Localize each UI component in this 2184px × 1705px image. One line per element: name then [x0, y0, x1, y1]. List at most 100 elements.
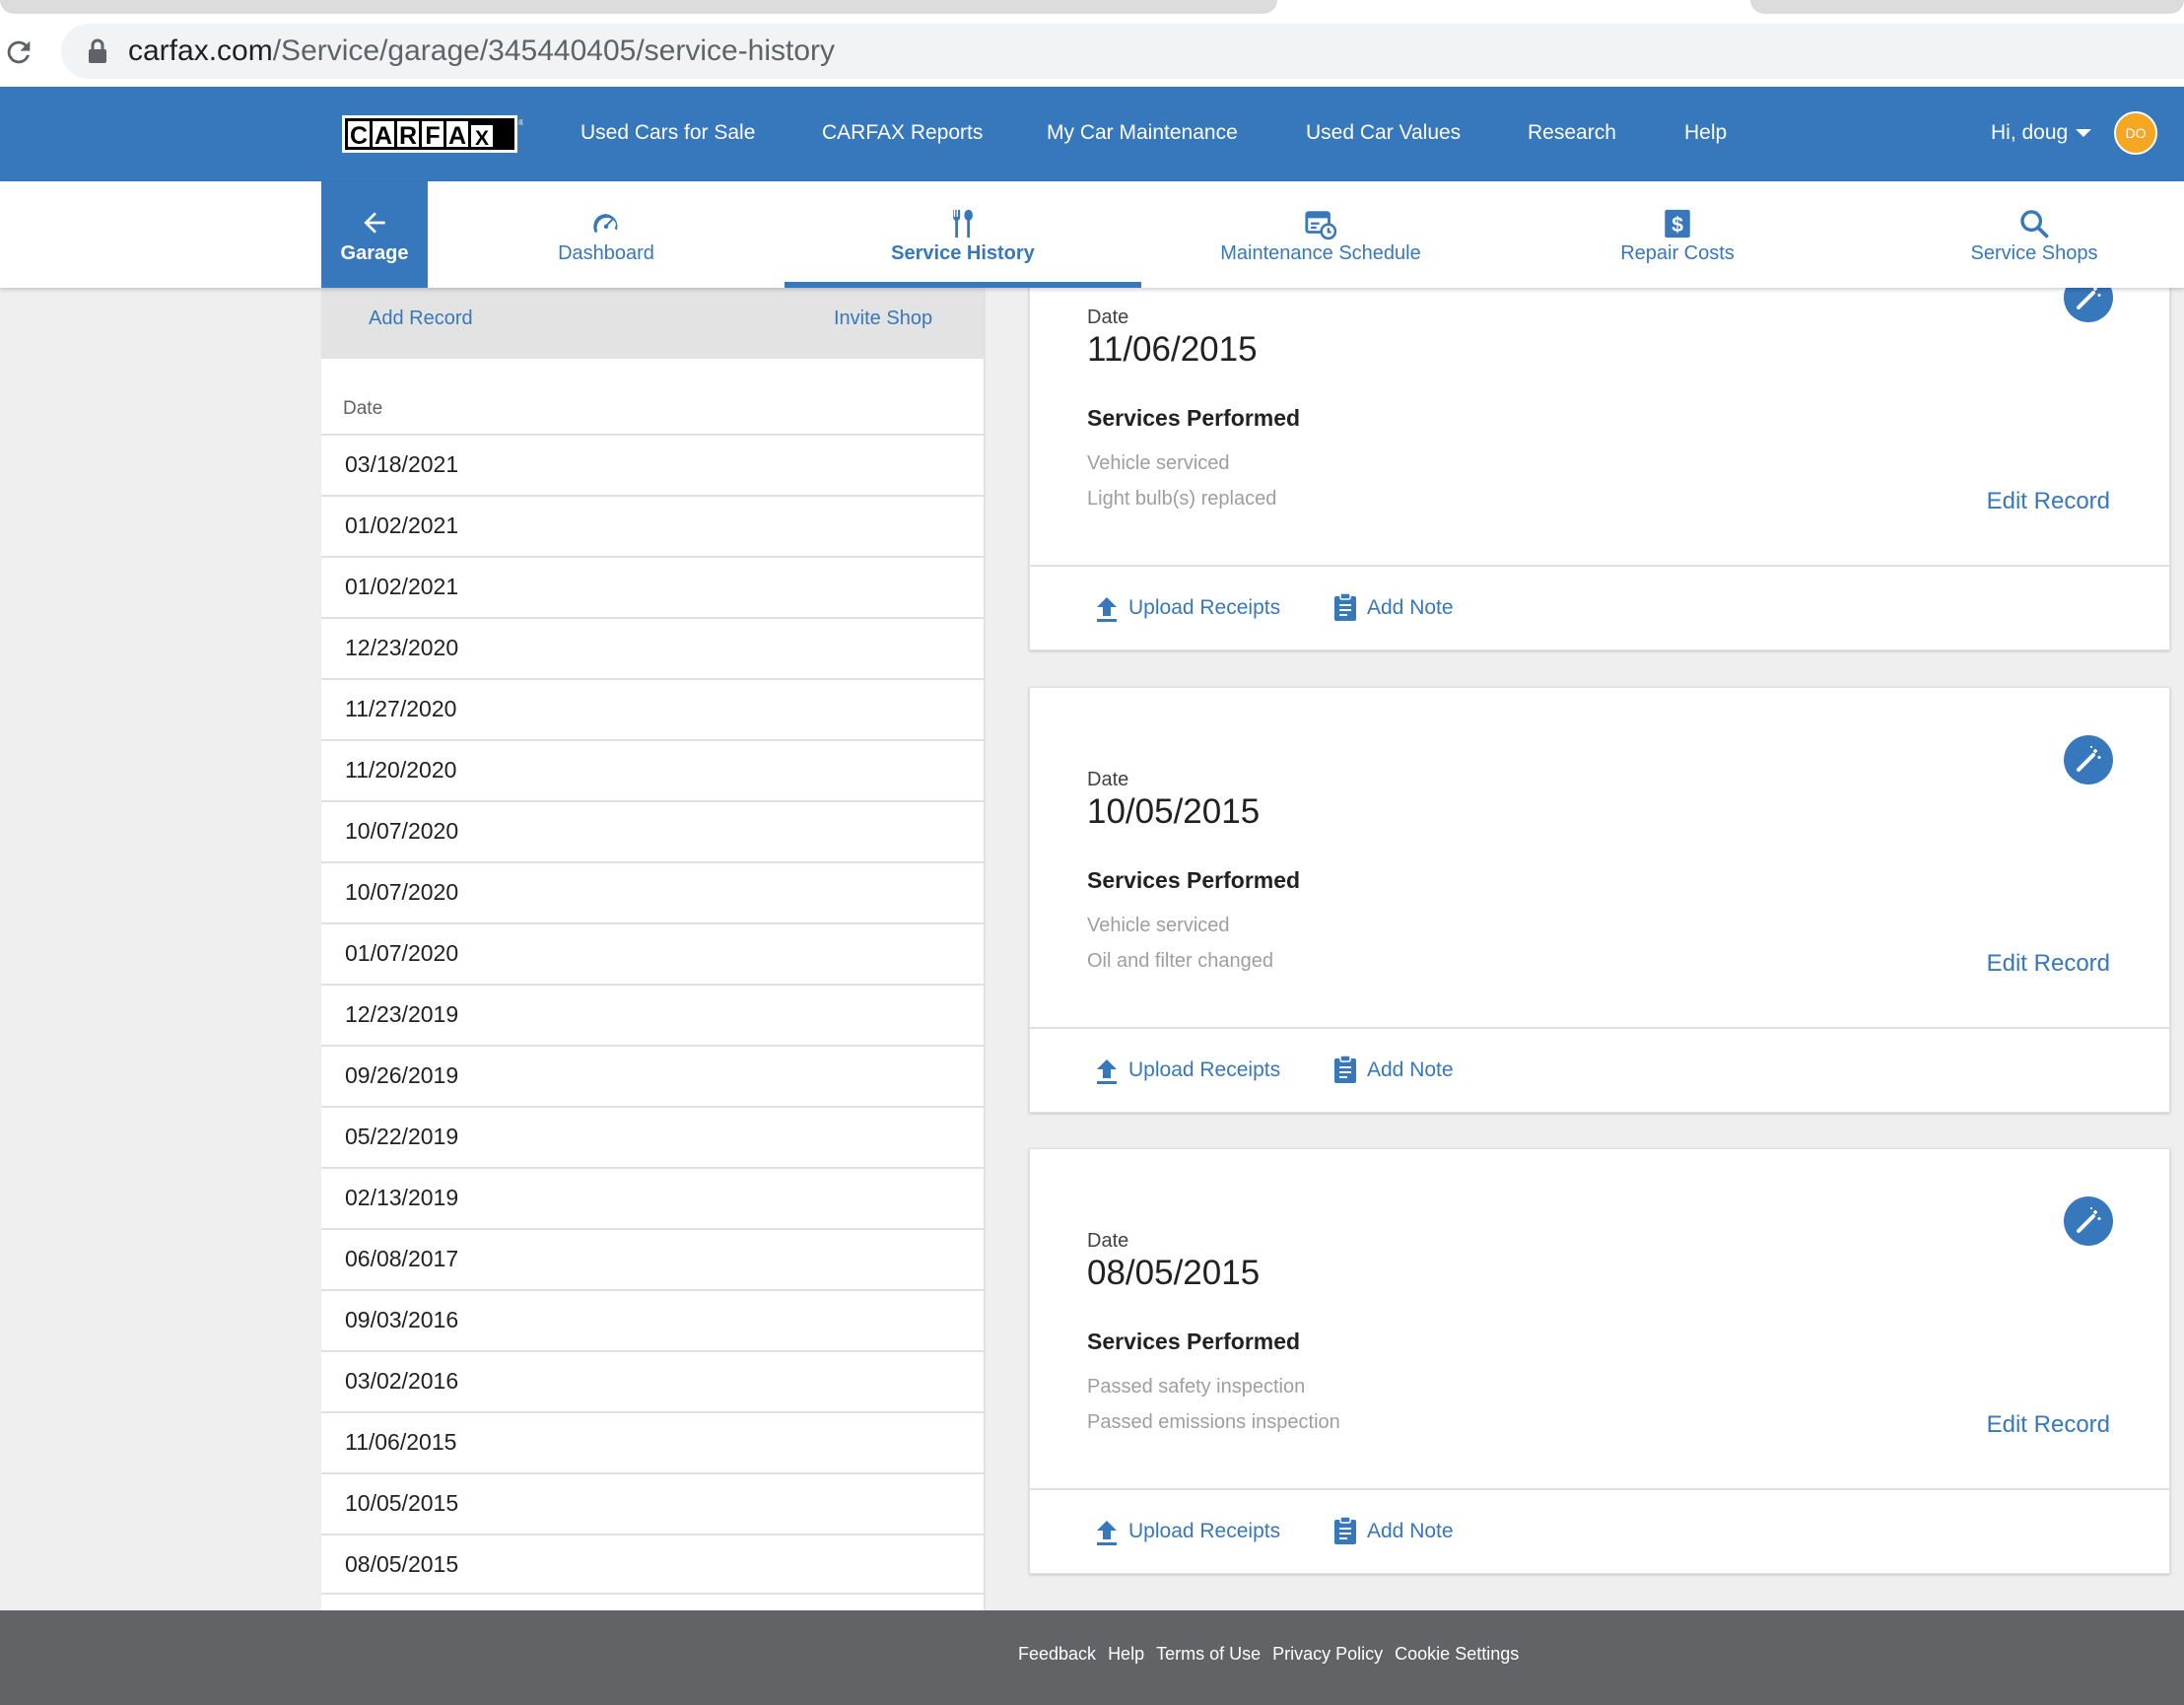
footer-link-cookie-settings[interactable]: Cookie Settings: [1395, 1644, 1519, 1664]
date-list-item[interactable]: 11/06/2015: [321, 1411, 984, 1472]
svg-text:A: A: [448, 122, 466, 150]
browser-tab[interactable]: [1750, 0, 2184, 14]
date-list-item[interactable]: 05/22/2019: [321, 1106, 984, 1167]
arrow-left-icon: [364, 212, 385, 234]
speedometer-icon: [593, 214, 618, 234]
browser-tab[interactable]: [0, 0, 1277, 14]
card-divider: [1030, 565, 2169, 567]
tab-service-history[interactable]: Service History: [785, 181, 1141, 288]
tab-dashboard[interactable]: Dashboard: [512, 181, 700, 288]
services-performed-heading: Services Performed: [1087, 867, 1301, 893]
magic-wand-icon: [2077, 746, 2101, 772]
edit-record-button[interactable]: Edit Record: [1987, 488, 2110, 515]
date-column-header: Date: [343, 398, 383, 419]
clipboard-icon[interactable]: [1331, 1055, 1359, 1084]
record-date: 11/06/2015: [1087, 330, 1258, 369]
upload-receipts-button[interactable]: Upload Receipts: [1128, 1058, 1280, 1082]
nav-help[interactable]: Help: [1684, 115, 1727, 151]
active-tab-indicator: [785, 282, 1141, 288]
record-date-label: Date: [1087, 769, 1129, 790]
search-icon: [2020, 210, 2049, 239]
date-list-item[interactable]: 01/07/2020: [321, 922, 984, 984]
tools-icon: [953, 209, 973, 239]
edit-record-button[interactable]: Edit Record: [1987, 1411, 2110, 1439]
date-list-item[interactable]: 11/20/2020: [321, 739, 984, 800]
carfax-logo[interactable]: C A R F A X ®: [342, 115, 523, 153]
magic-wand-button[interactable]: [2064, 735, 2113, 784]
nav-my-car-maintenance[interactable]: My Car Maintenance: [1047, 115, 1238, 151]
svg-text:$: $: [1672, 213, 1683, 237]
card-divider: [1030, 1488, 2169, 1490]
date-list-item[interactable]: 10/07/2020: [321, 861, 984, 922]
garage-back-button[interactable]: Garage: [321, 181, 428, 288]
tab-label: Service Shops: [1970, 242, 2098, 264]
service-date-list-panel: Add Record Invite Shop Date 03/18/2021 0…: [321, 288, 984, 1610]
svg-text:R: R: [399, 122, 417, 150]
tab-label: Dashboard: [558, 242, 654, 264]
add-record-button[interactable]: Add Record: [369, 307, 473, 330]
date-list-item[interactable]: 01/02/2021: [321, 556, 984, 617]
date-list-item[interactable]: 10/07/2020: [321, 800, 984, 861]
nav-used-car-values[interactable]: Used Car Values: [1306, 115, 1461, 151]
magic-wand-icon: [2077, 1207, 2101, 1233]
url-text[interactable]: carfax.com/Service/garage/345440405/serv…: [128, 32, 835, 71]
svg-text:®: ®: [518, 118, 523, 127]
add-note-button[interactable]: Add Note: [1367, 1058, 1454, 1082]
service-item: Oil and filter changed: [1087, 950, 1274, 972]
tab-service-shops[interactable]: Service Shops: [1961, 181, 2107, 288]
svg-text:X: X: [475, 127, 489, 150]
footer-link-help[interactable]: Help: [1108, 1644, 1144, 1664]
upload-icon[interactable]: [1093, 1057, 1121, 1086]
upload-receipts-button[interactable]: Upload Receipts: [1128, 596, 1280, 620]
services-performed-heading: Services Performed: [1087, 1329, 1301, 1354]
upload-receipts-button[interactable]: Upload Receipts: [1128, 1520, 1280, 1543]
date-list-item[interactable]: 02/13/2019: [321, 1167, 984, 1228]
tab-label: Service History: [891, 242, 1035, 264]
service-record-card: Date 08/05/2015 Services Performed Passe…: [1029, 1148, 2170, 1574]
service-item: Vehicle serviced: [1087, 915, 1230, 936]
avatar[interactable]: DO: [2114, 111, 2157, 155]
record-date-label: Date: [1087, 307, 1129, 328]
magic-wand-button[interactable]: [2064, 1196, 2113, 1246]
caret-down-icon[interactable]: [2076, 129, 2091, 137]
card-divider: [1030, 1027, 2169, 1029]
clipboard-icon[interactable]: [1331, 592, 1359, 622]
lock-icon: [89, 38, 106, 63]
service-item: Vehicle serviced: [1087, 452, 1230, 474]
footer-link-feedback[interactable]: Feedback: [1018, 1644, 1096, 1664]
user-menu-greeting[interactable]: Hi, doug: [1991, 115, 2068, 151]
date-list-item[interactable]: 03/02/2016: [321, 1350, 984, 1411]
date-list-item[interactable]: 12/23/2020: [321, 617, 984, 678]
nav-research[interactable]: Research: [1528, 115, 1616, 151]
service-item: Passed safety inspection: [1087, 1376, 1306, 1398]
date-list-item[interactable]: 11/27/2020: [321, 678, 984, 739]
date-list-item[interactable]: 03/18/2021: [321, 434, 984, 495]
tab-maintenance-schedule[interactable]: Maintenance Schedule: [1200, 181, 1441, 288]
date-list-item[interactable]: 09/26/2019: [321, 1045, 984, 1106]
date-list-item[interactable]: 09/03/2016: [321, 1289, 984, 1350]
clipboard-icon[interactable]: [1331, 1516, 1359, 1545]
date-list-item[interactable]: 12/23/2019: [321, 984, 984, 1045]
date-list-item[interactable]: 08/05/2015: [321, 1534, 984, 1595]
upload-icon[interactable]: [1093, 594, 1121, 624]
footer-link-privacy[interactable]: Privacy Policy: [1272, 1644, 1383, 1664]
upload-icon[interactable]: [1093, 1518, 1121, 1547]
date-list-item[interactable]: 06/08/2017: [321, 1228, 984, 1289]
record-date: 10/05/2015: [1087, 792, 1261, 831]
record-date: 08/05/2015: [1087, 1254, 1261, 1292]
svg-text:A: A: [375, 122, 392, 150]
date-list-item[interactable]: 10/05/2015: [321, 1472, 984, 1534]
list-actions-bar: Add Record Invite Shop: [321, 288, 984, 359]
services-performed-heading: Services Performed: [1087, 405, 1301, 431]
nav-carfax-reports[interactable]: CARFAX Reports: [822, 115, 983, 151]
calendar-clock-icon: [1305, 211, 1337, 240]
add-note-button[interactable]: Add Note: [1367, 1520, 1454, 1543]
invite-shop-button[interactable]: Invite Shop: [834, 307, 932, 330]
nav-used-cars[interactable]: Used Cars for Sale: [580, 115, 755, 151]
edit-record-button[interactable]: Edit Record: [1987, 950, 2110, 978]
footer-link-terms[interactable]: Terms of Use: [1156, 1644, 1261, 1664]
add-note-button[interactable]: Add Note: [1367, 596, 1454, 620]
date-list-item[interactable]: 01/02/2021: [321, 495, 984, 556]
tab-repair-costs[interactable]: $ Repair Costs: [1606, 181, 1748, 288]
reload-icon[interactable]: [2, 35, 35, 69]
